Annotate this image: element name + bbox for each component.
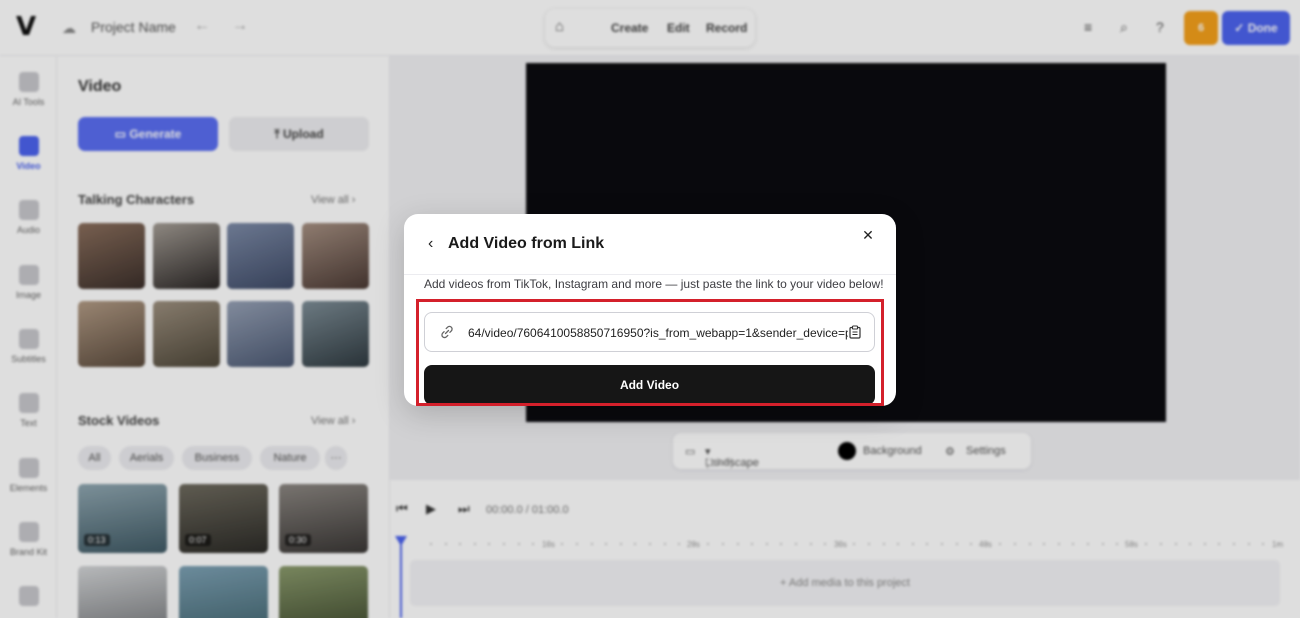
dialog-title: Add Video from Link xyxy=(448,235,605,252)
back-chevron-icon[interactable]: ‹ xyxy=(428,234,444,254)
dialog-description: Add videos from TikTok, Instagram and mo… xyxy=(424,277,884,291)
video-link-field[interactable] xyxy=(424,312,875,352)
clipboard-paste-icon[interactable] xyxy=(849,325,861,339)
link-icon xyxy=(441,325,453,339)
close-icon[interactable]: ✕ xyxy=(858,225,878,245)
dialog-divider xyxy=(404,274,896,275)
add-video-from-link-dialog: ‹ Add Video from Link ✕ Add videos from … xyxy=(404,214,896,406)
add-video-button[interactable]: Add Video xyxy=(424,365,875,405)
video-link-input[interactable] xyxy=(468,323,848,343)
